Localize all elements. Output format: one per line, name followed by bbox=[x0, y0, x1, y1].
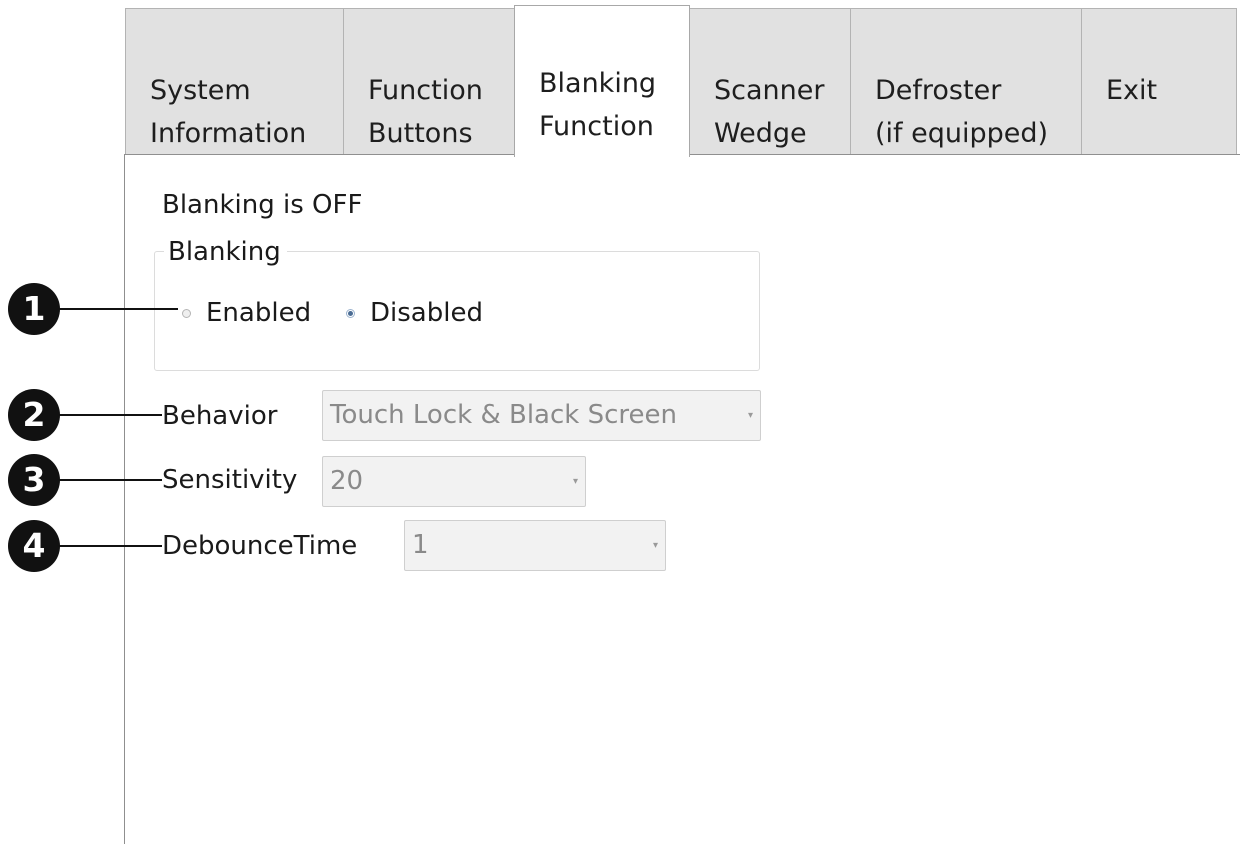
radio-checked-icon bbox=[346, 308, 355, 318]
callout-3: 3 bbox=[8, 454, 60, 506]
behavior-dropdown[interactable]: Touch Lock & Black Screen ▾ bbox=[322, 390, 761, 441]
tab-label: Defroster (if equipped) bbox=[875, 75, 1049, 149]
sensitivity-dropdown[interactable]: 20 ▾ bbox=[322, 456, 586, 507]
debounce-time-label: DebounceTime bbox=[162, 531, 358, 561]
callout-2-leader bbox=[56, 414, 162, 416]
behavior-value: Touch Lock & Black Screen bbox=[330, 400, 677, 430]
debounce-time-dropdown[interactable]: 1 ▾ bbox=[404, 520, 666, 571]
sensitivity-label: Sensitivity bbox=[162, 465, 298, 495]
chevron-down-icon: ▾ bbox=[572, 476, 578, 487]
radio-unchecked-icon bbox=[182, 308, 191, 318]
tab-scanner-wedge[interactable]: Scanner Wedge bbox=[689, 8, 851, 154]
sensitivity-value: 20 bbox=[330, 466, 364, 496]
debounce-time-value: 1 bbox=[412, 530, 429, 560]
chevron-down-icon: ▾ bbox=[652, 540, 658, 551]
tab-label: Scanner Wedge bbox=[714, 75, 825, 149]
callout-3-leader bbox=[56, 479, 162, 481]
enabled-radio[interactable]: Enabled bbox=[182, 296, 311, 330]
disabled-radio[interactable]: Disabled bbox=[346, 296, 483, 330]
tab-label: Function Buttons bbox=[368, 75, 483, 149]
tab-defroster[interactable]: Defroster (if equipped) bbox=[850, 8, 1082, 154]
tab-label: Blanking Function bbox=[539, 68, 657, 142]
callout-4-leader bbox=[56, 545, 162, 547]
panel-border bbox=[124, 155, 125, 844]
blanking-group-title: Blanking bbox=[164, 235, 287, 269]
tab-exit[interactable]: Exit bbox=[1081, 8, 1237, 154]
callout-1-leader bbox=[56, 308, 178, 310]
blanking-status-text: Blanking is OFF bbox=[162, 190, 363, 220]
tab-blanking-function[interactable]: Blanking Function bbox=[514, 5, 690, 157]
tab-label: Exit bbox=[1106, 75, 1158, 106]
disabled-radio-label: Disabled bbox=[370, 298, 483, 328]
enabled-radio-label: Enabled bbox=[206, 298, 312, 328]
callout-4: 4 bbox=[8, 520, 60, 572]
behavior-label: Behavior bbox=[162, 401, 278, 431]
chevron-down-icon: ▾ bbox=[747, 410, 753, 421]
tab-label: System Information bbox=[150, 75, 307, 149]
tab-system-information[interactable]: System Information bbox=[125, 8, 344, 154]
callout-1: 1 bbox=[8, 283, 60, 335]
tab-function-buttons[interactable]: Function Buttons bbox=[343, 8, 516, 154]
callout-2: 2 bbox=[8, 389, 60, 441]
